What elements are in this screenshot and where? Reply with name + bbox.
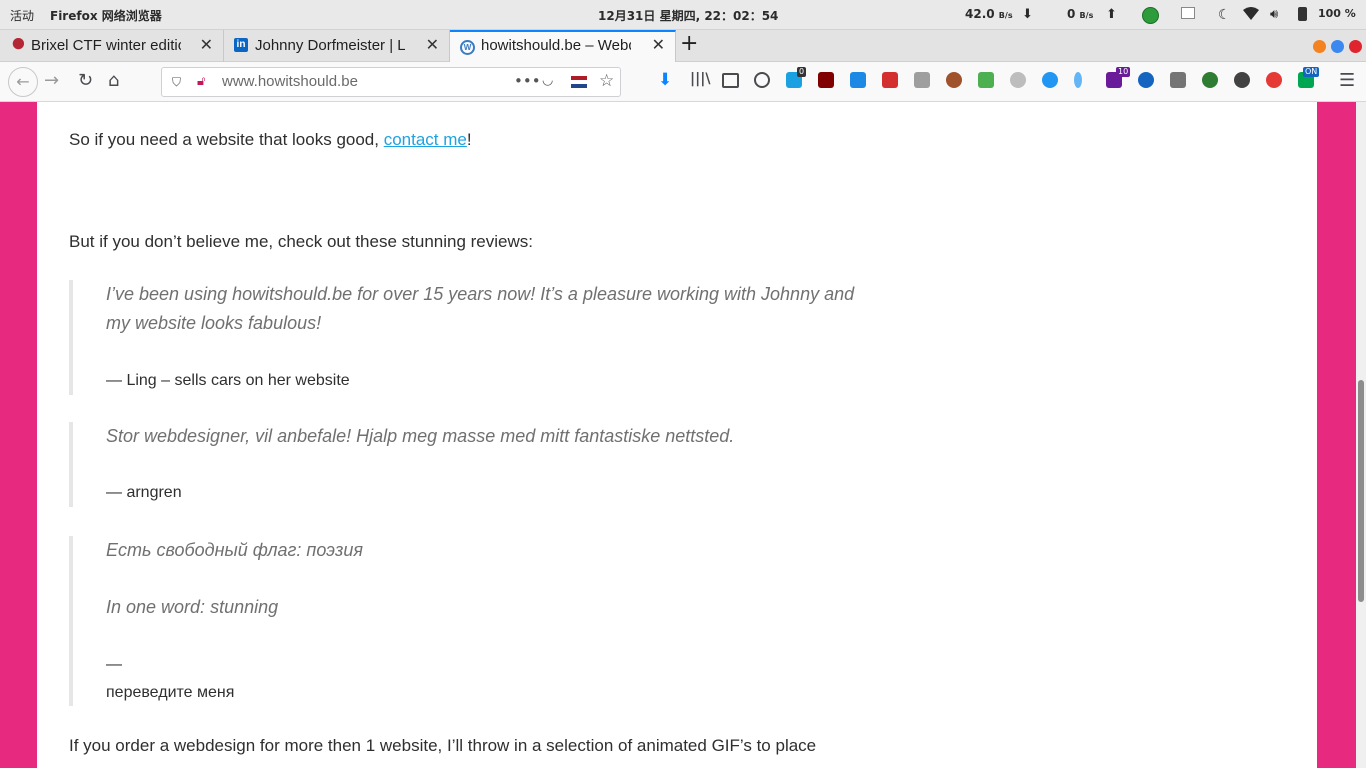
extension-puzzle-icon[interactable] — [914, 72, 930, 88]
navigation-toolbar: ← → ↻ ⌂ ⛉ 🔓︎ www.howitshould.be ••• ◡ ☆ … — [0, 62, 1366, 102]
net-upload-rate: 0 B/s — [1067, 7, 1093, 21]
battery-percentage: 100 % — [1318, 7, 1356, 20]
net-upload-value: 0 — [1067, 7, 1076, 21]
extension-badge: 0 — [797, 67, 807, 77]
extension-dots-icon[interactable] — [1234, 72, 1250, 88]
new-tab-button[interactable]: + — [680, 31, 698, 56]
contact-link[interactable]: contact me — [384, 130, 467, 149]
contact-text: So if you need a website that looks good… — [69, 130, 384, 149]
order-paragraph: If you order a webdesign for more then 1… — [69, 736, 817, 755]
record-icon[interactable] — [1266, 72, 1282, 88]
quote-citation: — Ling – sells cars on her website — [106, 372, 350, 389]
article-content: So if you need a website that looks good… — [37, 102, 1317, 768]
extension-doc-icon[interactable] — [978, 72, 994, 88]
page-viewport: So if you need a website that looks good… — [0, 102, 1366, 768]
home-button[interactable]: ⌂ — [108, 70, 119, 91]
download-arrow-icon: ⬇ — [1022, 7, 1033, 22]
downloads-icon[interactable]: ⬇ — [658, 70, 674, 90]
quote-citation: переведите меня — [106, 684, 235, 701]
ublock-origin-icon[interactable] — [818, 72, 834, 88]
tab-brixel[interactable]: Brixel CTF winter edition ✕ — [0, 30, 224, 62]
scrollbar-thumb[interactable] — [1358, 380, 1364, 602]
review-quote: I’ve been using howitshould.be for over … — [69, 280, 854, 395]
tab-title: howitshould.be – Webdesign — [481, 37, 631, 54]
clock[interactable]: 12月31日 星期四, 22：02：54 — [598, 7, 778, 24]
contact-paragraph: So if you need a website that looks good… — [69, 126, 472, 154]
window-controls — [1308, 38, 1362, 57]
minimize-button[interactable] — [1313, 40, 1326, 53]
extension-container-icon[interactable] — [1170, 72, 1186, 88]
extension-s-icon[interactable] — [850, 72, 866, 88]
tray-window-icon[interactable] — [1181, 7, 1195, 19]
wordpress-favicon-icon: W — [460, 40, 475, 55]
quote-text: I’ve been using howitshould.be for over … — [106, 284, 855, 333]
linkedin-favicon-icon: in — [234, 38, 248, 52]
cookie-icon[interactable] — [946, 72, 962, 88]
forward-button[interactable]: → — [44, 70, 59, 91]
close-tab-icon[interactable]: ✕ — [426, 35, 439, 55]
pocket-icon[interactable]: ◡ — [542, 73, 553, 88]
tracking-protection-shield-icon[interactable]: ⛉ — [172, 75, 181, 90]
battery-icon[interactable] — [1298, 7, 1307, 21]
extension-badge: 10 — [1116, 67, 1131, 77]
quote-citation: — arngren — [106, 484, 182, 501]
quote-text: Есть свободный флаг: поэзия — [106, 540, 363, 560]
reload-button[interactable]: ↻ — [78, 70, 93, 91]
net-download-value: 42.0 — [965, 7, 995, 21]
extension-badge: ON — [1303, 67, 1320, 77]
review-quote: Есть свободный флаг: поэзия In one word:… — [69, 536, 829, 706]
bookmark-star-icon[interactable]: ☆ — [599, 71, 614, 91]
activities-button[interactable]: 活动 — [10, 7, 34, 24]
net-download-rate: 42.0 B/s — [965, 7, 1013, 21]
url-bar[interactable]: ⛉ 🔓︎ www.howitshould.be ••• ◡ ☆ — [161, 67, 621, 97]
reviews-intro: But if you don’t believe me, check out t… — [69, 232, 533, 251]
app-menu[interactable]: Firefox 网络浏览器 — [50, 7, 162, 24]
tab-howitshould[interactable]: W howitshould.be – Webdesign ✕ — [450, 30, 676, 62]
wifi-icon[interactable] — [1243, 7, 1259, 24]
globe-icon[interactable] — [1138, 72, 1154, 88]
maximize-button[interactable] — [1331, 40, 1344, 53]
close-window-button[interactable] — [1349, 40, 1362, 53]
account-icon[interactable] — [754, 72, 770, 88]
tab-title: Brixel CTF winter edition — [31, 37, 181, 54]
tab-title: Johnny Dorfmeister | LinkedIn — [255, 37, 405, 54]
location-pin-icon[interactable] — [1074, 72, 1082, 88]
close-tab-icon[interactable]: ✕ — [200, 35, 213, 55]
library-icon[interactable]: |||\ — [690, 71, 710, 87]
extension-bug-icon[interactable] — [1042, 72, 1058, 88]
quote-citation-dash: — — [106, 656, 122, 673]
net-download-unit: B/s — [998, 11, 1013, 20]
insecure-connection-icon[interactable]: 🔓︎ — [197, 74, 205, 89]
netherlands-flag-icon[interactable] — [571, 76, 587, 88]
extension-circle-icon[interactable] — [1010, 72, 1026, 88]
night-light-icon[interactable]: ☾ — [1218, 7, 1231, 23]
tab-linkedin[interactable]: in Johnny Dorfmeister | LinkedIn ✕ — [224, 30, 450, 62]
url-text[interactable]: www.howitshould.be — [222, 73, 358, 90]
sidebar-icon[interactable] — [722, 73, 739, 88]
volume-icon[interactable]: 🔊︎ — [1270, 7, 1278, 22]
back-button[interactable]: ← — [8, 67, 38, 97]
net-upload-unit: B/s — [1079, 11, 1094, 20]
quote-text: Stor webdesigner, vil anbefale! Hjalp me… — [106, 426, 735, 446]
extension-sj-icon[interactable] — [882, 72, 898, 88]
brixel-favicon-icon — [10, 38, 24, 52]
extension-green-icon[interactable] — [1202, 72, 1218, 88]
upload-arrow-icon: ⬆ — [1106, 7, 1117, 22]
quote-text: In one word: stunning — [106, 597, 279, 617]
contact-suffix: ! — [466, 130, 472, 149]
hamburger-menu-icon[interactable]: ☰ — [1339, 70, 1355, 91]
tray-app-icon[interactable] — [1142, 7, 1159, 24]
system-top-bar: 活动 Firefox 网络浏览器 12月31日 星期四, 22：02：54 42… — [0, 0, 1366, 30]
review-quote: Stor webdesigner, vil anbefale! Hjalp me… — [69, 422, 829, 507]
close-tab-icon[interactable]: ✕ — [652, 35, 665, 55]
page-actions-icon[interactable]: ••• — [514, 72, 541, 90]
tab-strip: Brixel CTF winter edition ✕ in Johnny Do… — [0, 30, 1366, 62]
